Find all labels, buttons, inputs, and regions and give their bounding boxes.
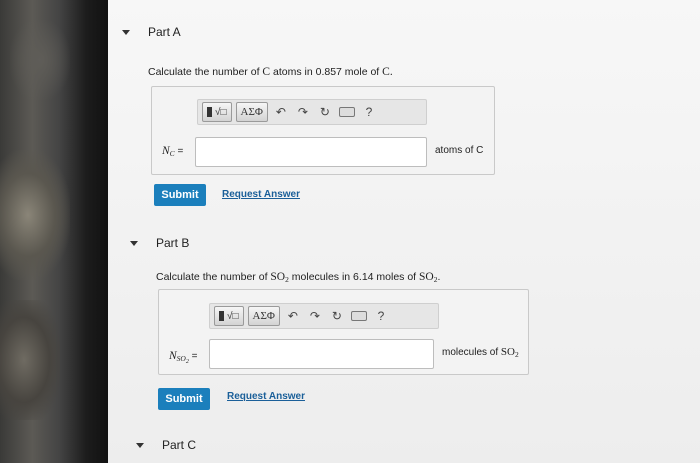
help-label: ? — [365, 105, 373, 119]
part-b-units: molecules of SO2 — [442, 346, 519, 359]
part-b-title: Part B — [156, 236, 190, 250]
part-b-answer-box: √□ ΑΣΦ ↶ ↷ ↻ ? NSO2 = molecules of SO2 — [158, 289, 529, 375]
keyboard-icon[interactable] — [338, 103, 356, 121]
sqrt-icon: √□ — [215, 106, 227, 118]
units-formula: SO — [500, 346, 515, 358]
part-b-question: Calculate the number of SO2 molecules in… — [156, 271, 440, 284]
part-b-answer-input[interactable] — [209, 339, 434, 369]
part-b-request-answer-link[interactable]: Request Answer — [227, 391, 305, 402]
question-text: Calculate the number of — [148, 66, 260, 78]
part-b-header[interactable]: Part B — [130, 236, 189, 250]
units-text: molecules of — [442, 347, 499, 358]
question-formula: C — [262, 66, 271, 78]
equals-sign: = — [174, 146, 184, 157]
equals-sign: = — [188, 351, 198, 362]
keyboard-icon[interactable] — [350, 307, 368, 325]
question-text: Calculate the number of — [156, 271, 268, 283]
question-formula: SO — [419, 271, 434, 283]
undo-icon[interactable]: ↶ — [272, 103, 290, 121]
part-a-answer-box: √□ ΑΣΦ ↶ ↷ ↻ ? NC = atoms of C — [151, 86, 495, 175]
background-blob — [10, 20, 70, 100]
reset-icon[interactable]: ↻ — [328, 307, 346, 325]
part-a-question: Calculate the number of C atoms in 0.857… — [148, 66, 393, 78]
templates-button[interactable]: √□ — [214, 306, 244, 326]
part-a-request-answer-link[interactable]: Request Answer — [222, 189, 300, 200]
help-label: ? — [377, 309, 385, 323]
template-block-icon — [219, 311, 224, 321]
part-a-title: Part A — [148, 25, 181, 39]
part-a-answer-input[interactable] — [195, 137, 427, 167]
part-c-title: Part C — [162, 438, 197, 452]
greek-label: ΑΣΦ — [240, 106, 263, 118]
part-a-submit-button[interactable]: Submit — [154, 184, 206, 206]
templates-button[interactable]: √□ — [202, 102, 232, 122]
formula-subscript: 2 — [514, 350, 519, 359]
part-b-submit-button[interactable]: Submit — [158, 388, 210, 410]
background-blob — [0, 300, 60, 420]
part-b-variable-label: NSO2 = — [169, 350, 197, 365]
variable-symbol: N — [162, 145, 170, 157]
part-b-math-toolbar: √□ ΑΣΦ ↶ ↷ ↻ ? — [209, 303, 439, 329]
sqrt-icon: √□ — [227, 310, 239, 322]
greek-symbols-button[interactable]: ΑΣΦ — [247, 306, 280, 326]
reset-icon[interactable]: ↻ — [316, 103, 334, 121]
chevron-down-icon[interactable] — [130, 240, 138, 246]
help-icon[interactable]: ? — [372, 307, 390, 325]
help-icon[interactable]: ? — [360, 103, 378, 121]
chevron-down-icon[interactable] — [136, 442, 144, 448]
question-period: . — [437, 271, 441, 283]
screen-content: Part A Calculate the number of C atoms i… — [108, 0, 700, 463]
question-formula: SO — [270, 271, 286, 283]
background-photo-edge — [0, 0, 108, 463]
variable-subscript: SO — [176, 354, 186, 363]
part-a-units: atoms of C — [435, 145, 484, 156]
question-text: molecules in 6.14 moles of — [291, 271, 417, 283]
redo-icon[interactable]: ↷ — [294, 103, 312, 121]
greek-label: ΑΣΦ — [252, 310, 275, 322]
redo-icon[interactable]: ↷ — [306, 307, 324, 325]
chevron-down-icon[interactable] — [122, 29, 130, 35]
formula-subscript: 2 — [285, 275, 289, 284]
greek-symbols-button[interactable]: ΑΣΦ — [235, 102, 268, 122]
part-c-header[interactable]: Part C — [136, 438, 196, 452]
part-a-variable-label: NC = — [162, 145, 183, 158]
part-a-math-toolbar: √□ ΑΣΦ ↶ ↷ ↻ ? — [197, 99, 427, 125]
question-formula: C. — [382, 66, 393, 78]
part-a-header[interactable]: Part A — [122, 25, 181, 39]
template-block-icon — [207, 107, 212, 117]
question-text: atoms in 0.857 mole of — [273, 66, 380, 78]
undo-icon[interactable]: ↶ — [284, 307, 302, 325]
background-blob — [0, 150, 70, 280]
variable-symbol: N — [169, 350, 177, 362]
